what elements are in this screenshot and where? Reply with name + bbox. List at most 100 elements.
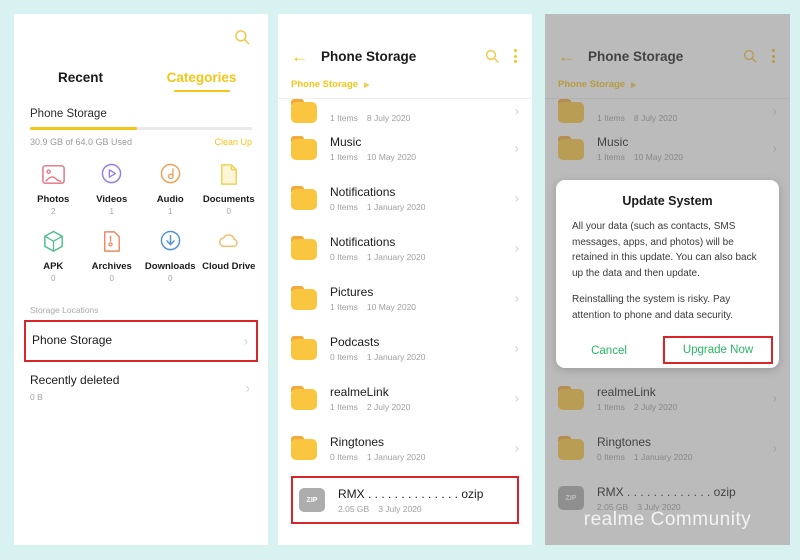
file-item-count: 1 Items — [330, 113, 358, 123]
file-sub: 1 Items 8 July 2020 — [330, 113, 519, 123]
file-date: 1 January 2020 — [366, 251, 426, 262]
folder-icon — [291, 99, 317, 123]
dot — [514, 49, 517, 52]
folder-icon — [291, 186, 317, 210]
category-videos[interactable]: Videos 1 — [83, 161, 142, 216]
file-item-count: 2.05 GB — [338, 503, 370, 514]
category-documents[interactable]: Documents 0 — [200, 161, 259, 216]
storage-used-text: 30.9 GB of 64.0 GB Used — [30, 137, 133, 147]
watermark: realme Community — [545, 509, 790, 531]
file-name: Notifications — [330, 234, 396, 249]
file-row[interactable]: realmeLink 1 Items 2 July 2020 › — [291, 373, 519, 423]
category-label: Audio — [156, 194, 184, 205]
file-row[interactable]: Pictures 1 Items 10 May 2020 › — [291, 273, 519, 323]
folder-icon — [291, 436, 317, 460]
category-grid: Photos 2 Videos 1 Audio 1 Documents 0 AP… — [14, 147, 268, 283]
category-photos[interactable]: Photos 2 — [24, 161, 83, 216]
audio-icon — [160, 163, 181, 184]
dialog-body: All your data (such as contacts, SMS mes… — [556, 219, 779, 323]
breadcrumb-label: Phone Storage — [291, 79, 359, 90]
folder-icon — [291, 286, 317, 310]
tab-categories-label: Categories — [166, 70, 237, 85]
file-sub: 1 Items 10 May 2020 — [330, 302, 519, 312]
file-item-count: 0 Items — [330, 201, 358, 212]
cancel-button[interactable]: Cancel — [556, 334, 662, 368]
category-label: Photos — [37, 194, 70, 205]
file-sub: 0 Items 1 January 2020 — [330, 452, 519, 462]
file-row[interactable]: Ringtones 0 Items 1 January 2020 › — [291, 423, 519, 473]
storage-summary: Phone Storage 30.9 GB of 64.0 GB Used Cl… — [14, 92, 268, 147]
sidebar-item-recently-deleted[interactable]: Recently deleted 0 B › — [24, 362, 258, 413]
file-date: 3 July 2020 — [378, 503, 422, 514]
file-name: Ringtones — [330, 434, 385, 449]
category-count: 0 — [109, 274, 114, 283]
category-apk[interactable]: APK 0 — [24, 228, 83, 283]
storage-progress-bar — [30, 127, 252, 130]
category-label: Videos — [96, 194, 128, 205]
file-row[interactable]: Music 1 Items 10 May 2020 › — [291, 123, 519, 173]
file-item-count: 1 Items — [330, 301, 358, 312]
file-meta: Notifications 0 Items 1 January 2020 — [330, 235, 519, 262]
tab-categories[interactable]: Categories — [141, 70, 262, 92]
location-name: Recently deleted — [30, 373, 120, 387]
file-row[interactable]: 1 Items 8 July 2020 › — [291, 99, 519, 123]
update-system-dialog: Update System All your data (such as con… — [556, 180, 779, 368]
search-icon[interactable] — [233, 28, 251, 46]
file-item-count: 1 Items — [330, 151, 358, 162]
category-downloads[interactable]: Downloads 0 — [141, 228, 200, 283]
chevron-right-icon: › — [243, 333, 248, 349]
dialog-paragraph-2: Reinstalling the system is risky. Pay at… — [572, 294, 734, 321]
dot — [514, 54, 517, 58]
file-meta: RMX . . . . . . . . . . . . . . ozip 2.05… — [338, 487, 511, 514]
category-count: 0 — [226, 207, 231, 216]
file-row[interactable]: ZIP RMX . . . . . . . . . . . . . . ozip 2… — [291, 476, 519, 524]
screenshot-stage: Recent Categories Phone Storage 30.9 GB … — [0, 0, 800, 560]
storage-progress-fill — [30, 127, 137, 130]
category-label: Cloud Drive — [202, 261, 256, 272]
file-item-count: 0 Items — [330, 351, 358, 362]
category-label: APK — [43, 261, 64, 272]
overflow-menu-icon[interactable] — [514, 49, 517, 63]
file-meta: Ringtones 0 Items 1 January 2020 — [330, 435, 519, 462]
chevron-right-icon: › — [245, 380, 250, 395]
category-audio[interactable]: Audio 1 — [141, 161, 200, 216]
file-date: 1 January 2020 — [366, 351, 426, 362]
dialog-actions: Cancel Upgrade Now — [556, 334, 779, 368]
chevron-right-icon: › — [514, 103, 519, 119]
category-count: 0 — [51, 274, 56, 283]
category-tabs: Recent Categories — [14, 60, 268, 92]
file-meta: Podcasts 0 Items 1 January 2020 — [330, 335, 519, 362]
category-cloud-drive[interactable]: Cloud Drive — [200, 228, 259, 283]
file-row[interactable]: Notifications 0 Items 1 January 2020 › — [291, 173, 519, 223]
file-item-count: 0 Items — [330, 451, 358, 462]
sidebar-item-phone-storage[interactable]: Phone Storage › — [24, 320, 258, 362]
apk-icon — [43, 230, 63, 252]
chevron-right-icon: › — [514, 440, 519, 456]
breadcrumb[interactable]: Phone Storage ▶ — [278, 76, 532, 99]
phone-panel-file-browser: ← Phone Storage Phone Storage ▶ 1 Items 8… — [278, 14, 532, 545]
file-row[interactable]: Notifications 0 Items 1 January 2020 › — [291, 223, 519, 273]
videos-icon — [101, 163, 122, 184]
file-row[interactable]: Podcasts 0 Items 1 January 2020 › — [291, 323, 519, 373]
category-archives[interactable]: Archives 0 — [83, 228, 142, 283]
chevron-right-icon: › — [514, 340, 519, 356]
chevron-right-icon: ▶ — [364, 81, 370, 89]
zip-file-icon: ZIP — [299, 488, 325, 512]
file-name: Notifications — [330, 184, 396, 199]
storage-meta: 30.9 GB of 64.0 GB Used Clean Up — [30, 137, 252, 147]
location-sub: 0 B — [30, 392, 43, 402]
back-arrow-icon[interactable]: ← — [291, 48, 308, 65]
cloud-drive-icon — [219, 234, 238, 248]
file-sub: 1 Items 10 May 2020 — [330, 152, 519, 162]
file-sub: 1 Items 2 July 2020 — [330, 402, 519, 412]
clean-up-button[interactable]: Clean Up — [214, 137, 252, 147]
file-sub: 2.05 GB 3 July 2020 — [338, 504, 511, 514]
chevron-right-icon: › — [514, 390, 519, 406]
tab-recent[interactable]: Recent — [20, 70, 141, 92]
chevron-right-icon: › — [514, 240, 519, 256]
phone-panel-categories: Recent Categories Phone Storage 30.9 GB … — [14, 14, 268, 545]
documents-icon — [221, 164, 238, 185]
file-name: realmeLink — [330, 384, 389, 399]
upgrade-now-button[interactable]: Upgrade Now — [663, 336, 773, 364]
search-icon[interactable] — [484, 48, 500, 64]
